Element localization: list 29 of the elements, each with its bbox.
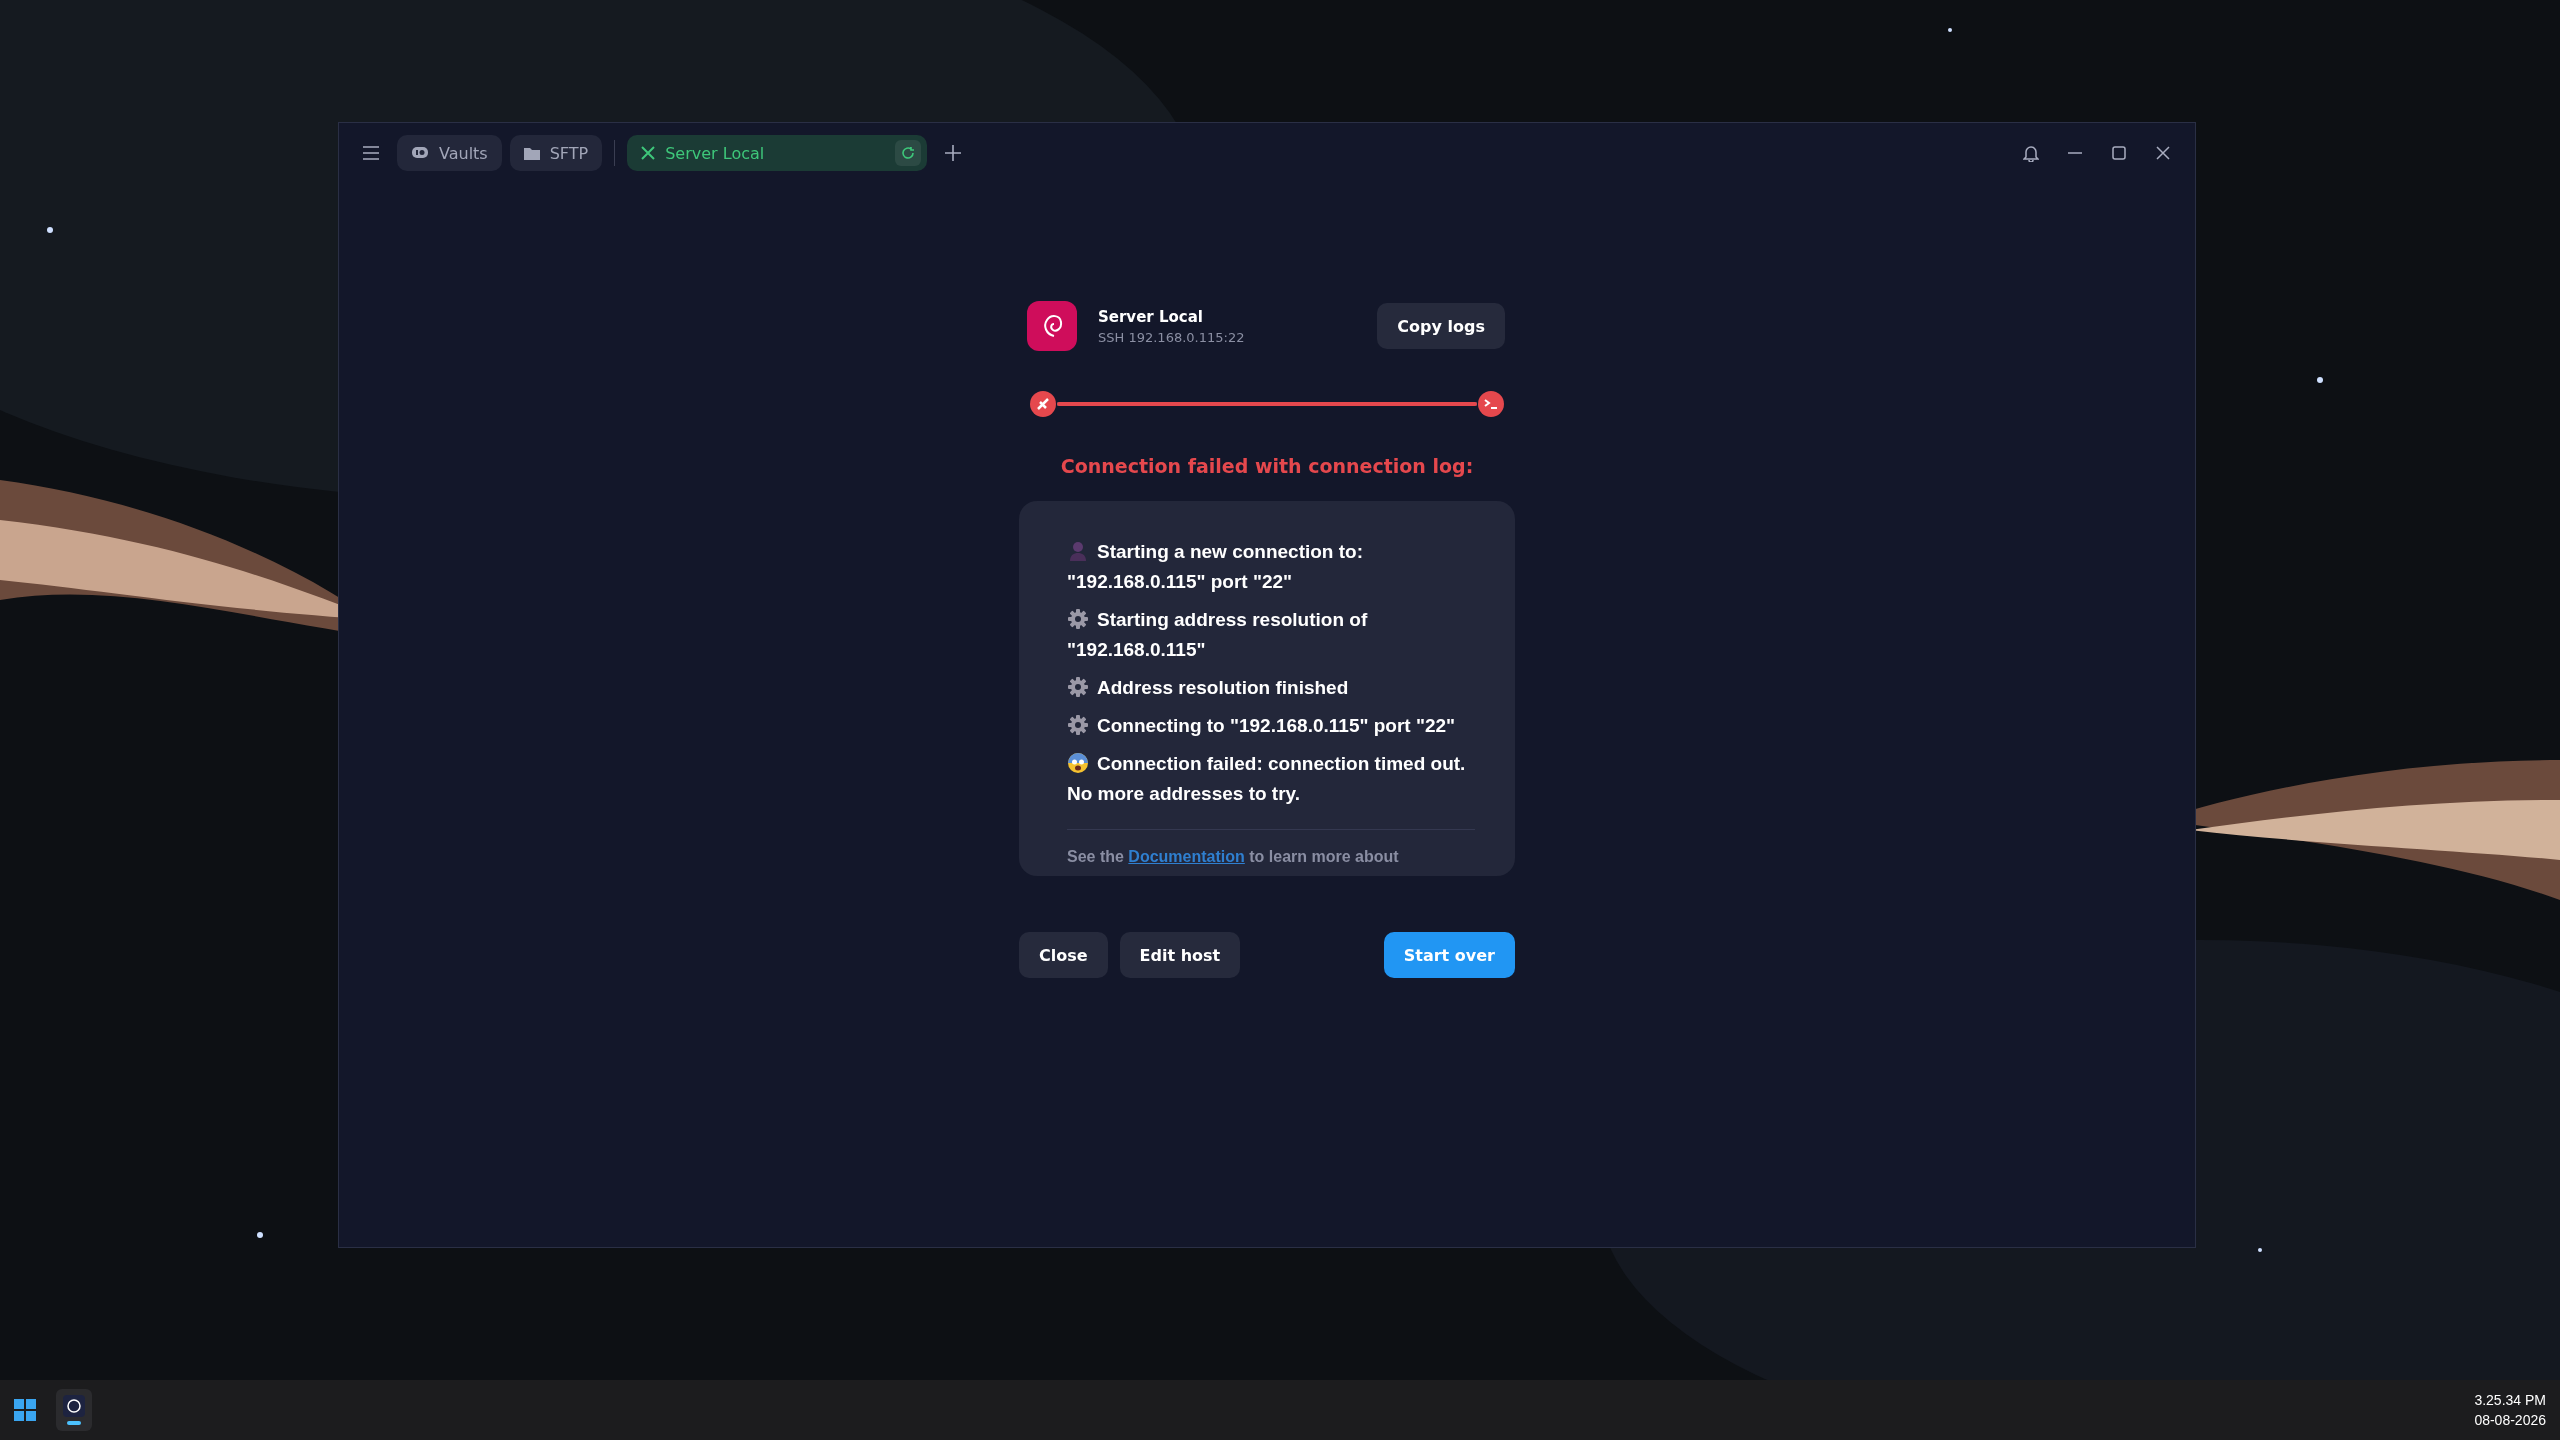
log-entry: Address resolution finished (1067, 673, 1475, 703)
clock-date: 08-08-2026 (2474, 1411, 2546, 1430)
action-button[interactable]: Edit host (1119, 932, 1241, 978)
action-button[interactable]: Close (1019, 932, 1108, 978)
log-entry: Starting a new connection to: "192.168.0.115" port "22" (1067, 539, 1364, 594)
folder-icon (523, 146, 540, 160)
tab[interactable]: Server Local (627, 135, 928, 171)
host-name: Server Local (1098, 307, 1204, 326)
clock-time: 3.25.34 PM (2474, 1391, 2546, 1410)
refresh-icon[interactable] (895, 140, 922, 166)
vault-icon (411, 145, 429, 161)
copy-logs-button[interactable]: Copy logs (1377, 303, 1505, 349)
distro-logo-icon (1027, 301, 1077, 351)
log-entry: Connecting to "192.168.0.115" port "22" (1067, 711, 1475, 741)
log-entry: Starting address resolution of "192.168.0.115" (1067, 607, 1369, 662)
taskbar-app-icon[interactable] (56, 1389, 92, 1431)
log-entry: Connection failed: connection timed out. No more addresses to try. (1067, 751, 1467, 806)
emoji-icon (1067, 752, 1089, 774)
tab[interactable]: Vaults (397, 135, 502, 171)
start-icon[interactable] (14, 1399, 36, 1421)
person-icon (1067, 540, 1089, 562)
tab[interactable]: SFTP (509, 135, 603, 171)
close-icon[interactable] (641, 146, 656, 160)
host-address: SSH 192.168.0.115:22 (1098, 329, 1246, 345)
help-text: See the Documentation to learn more about (1067, 848, 1400, 866)
action-button[interactable]: Start over (1383, 932, 1515, 978)
error-title: Connection failed with connection log: (1059, 455, 1475, 477)
terminal-icon (1477, 390, 1505, 418)
documentation-link[interactable]: Documentation (1128, 848, 1245, 865)
